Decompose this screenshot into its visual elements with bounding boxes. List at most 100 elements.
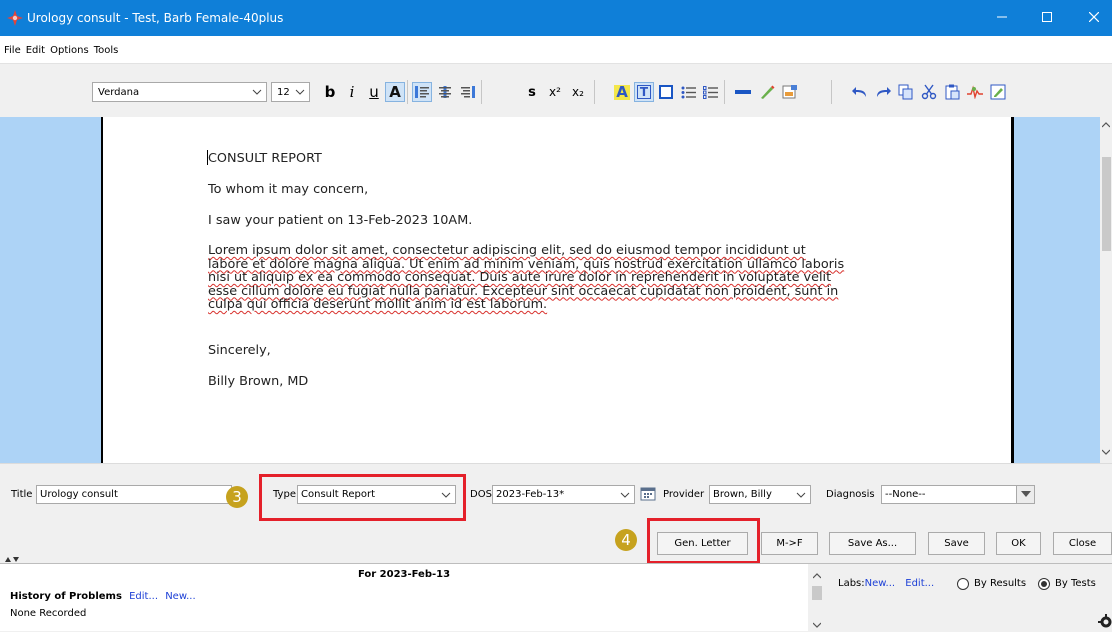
italic-button[interactable]: i bbox=[342, 82, 362, 102]
chevron-down-icon bbox=[252, 89, 262, 95]
problems-header: History of Problems Edit... New... bbox=[10, 591, 196, 602]
title-input[interactable]: Urology consult bbox=[36, 485, 232, 504]
menu-edit[interactable]: Edit bbox=[26, 45, 45, 56]
align-left-icon bbox=[415, 86, 429, 98]
type-select[interactable]: Consult Report bbox=[297, 485, 456, 504]
menu-bar: File Edit Options Tools bbox=[0, 36, 1112, 64]
font-family-value: Verdana bbox=[98, 87, 140, 98]
undo-button[interactable] bbox=[850, 82, 870, 102]
labs-new-link[interactable]: New... bbox=[865, 578, 895, 589]
save-button[interactable]: Save bbox=[928, 532, 985, 555]
strikethrough-button[interactable]: s bbox=[522, 82, 542, 102]
gen-letter-button[interactable]: Gen. Letter bbox=[657, 532, 748, 555]
scroll-down-icon[interactable] bbox=[813, 622, 821, 628]
document-body-line: culpa qui officia deserunt mollit anim i… bbox=[208, 297, 548, 312]
editor-scrollbar[interactable] bbox=[1100, 117, 1112, 463]
bold-button[interactable]: b bbox=[320, 82, 340, 102]
pen-button[interactable] bbox=[757, 82, 777, 102]
document-body-line: labore et dolore magna aliqua. Ut enim a… bbox=[208, 256, 845, 272]
problems-edit-link[interactable]: Edit... bbox=[129, 591, 158, 602]
problems-pane: For 2023-Feb-13 History of Problems Edit… bbox=[0, 564, 808, 632]
labs-edit-link[interactable]: Edit... bbox=[905, 578, 934, 589]
underline-label: u bbox=[369, 82, 379, 101]
close-window-button[interactable] bbox=[1081, 6, 1107, 28]
image-icon bbox=[782, 85, 797, 99]
scrollbar-thumb[interactable] bbox=[812, 586, 822, 600]
insert-image-button[interactable] bbox=[780, 82, 800, 102]
border-button[interactable] bbox=[656, 82, 676, 102]
document-greeting: To whom it may concern, bbox=[208, 182, 369, 197]
close-button[interactable]: Close bbox=[1053, 532, 1112, 555]
maximize-button[interactable] bbox=[1034, 6, 1060, 28]
edit-template-button[interactable] bbox=[988, 82, 1008, 102]
chevron-down-icon bbox=[796, 492, 806, 498]
scroll-up-icon[interactable] bbox=[1102, 122, 1110, 128]
labs-label: Labs: bbox=[838, 578, 865, 589]
pen-icon bbox=[761, 85, 775, 99]
calendar-icon[interactable] bbox=[640, 485, 656, 501]
paste-button[interactable] bbox=[942, 82, 962, 102]
chevron-down-icon bbox=[620, 492, 630, 498]
font-color-label: A bbox=[389, 82, 401, 101]
cut-button[interactable] bbox=[919, 82, 939, 102]
by-results-radio[interactable] bbox=[957, 578, 969, 590]
font-size-select[interactable]: 12 bbox=[271, 82, 310, 102]
labs-pane: Labs:New... Edit... By Results By Tests bbox=[826, 564, 1112, 632]
toolbar-separator bbox=[407, 80, 408, 104]
panel-resize-icon[interactable] bbox=[5, 556, 19, 563]
m-to-f-button[interactable]: M->F bbox=[761, 532, 818, 555]
redo-button[interactable] bbox=[873, 82, 893, 102]
numbered-list-button[interactable] bbox=[700, 82, 720, 102]
strike-label: s bbox=[528, 84, 536, 100]
signature-button[interactable] bbox=[965, 82, 985, 102]
highlight-button[interactable]: A bbox=[612, 82, 632, 102]
maximize-icon bbox=[1042, 12, 1052, 22]
document-body-line: nisi ut aliquip ex ea commodo consequat.… bbox=[208, 270, 832, 285]
underline-button[interactable]: u bbox=[364, 82, 384, 102]
copy-button[interactable] bbox=[896, 82, 916, 102]
minimize-button[interactable] bbox=[989, 6, 1015, 28]
by-tests-radio[interactable] bbox=[1038, 578, 1050, 590]
copy-icon bbox=[898, 84, 913, 100]
problems-title: History of Problems bbox=[10, 591, 122, 602]
diagnosis-label: Diagnosis bbox=[826, 489, 875, 500]
type-label: Type bbox=[273, 489, 296, 500]
text-box-button[interactable]: T bbox=[634, 82, 654, 102]
font-color-button[interactable]: A bbox=[385, 82, 405, 102]
font-family-select[interactable]: Verdana bbox=[92, 82, 267, 102]
diagnosis-select[interactable]: --None-- bbox=[881, 485, 1035, 504]
step-3-marker: 3 bbox=[226, 486, 248, 508]
problems-scrollbar[interactable] bbox=[808, 564, 826, 632]
scrollbar-thumb[interactable] bbox=[1102, 157, 1111, 251]
scroll-up-icon[interactable] bbox=[813, 573, 821, 579]
align-right-button[interactable] bbox=[458, 82, 478, 102]
labs-header: Labs:New... Edit... bbox=[838, 578, 934, 589]
horizontal-rule-button[interactable] bbox=[733, 82, 753, 102]
numbered-list-icon bbox=[702, 85, 718, 99]
menu-file[interactable]: File bbox=[4, 45, 21, 56]
superscript-button[interactable]: x² bbox=[545, 82, 565, 102]
menu-options[interactable]: Options bbox=[50, 45, 89, 56]
dos-select[interactable]: 2023-Feb-13* bbox=[492, 485, 635, 504]
problems-new-link[interactable]: New... bbox=[165, 591, 195, 602]
menu-tools[interactable]: Tools bbox=[94, 45, 119, 56]
save-as-button[interactable]: Save As... bbox=[829, 532, 916, 555]
font-size-value: 12 bbox=[277, 87, 290, 98]
bullet-list-button[interactable] bbox=[678, 82, 698, 102]
document-page[interactable]: CONSULT REPORT To whom it may concern, I… bbox=[103, 117, 1011, 463]
provider-select[interactable]: Brown, Billy bbox=[709, 485, 811, 504]
ok-button[interactable]: OK bbox=[996, 532, 1041, 555]
horizontal-rule-icon bbox=[735, 90, 751, 94]
edit-icon bbox=[990, 84, 1006, 100]
subscript-button[interactable]: x₂ bbox=[568, 82, 588, 102]
bold-label: b bbox=[324, 82, 336, 101]
diagnosis-dropdown-button[interactable] bbox=[1016, 486, 1034, 503]
align-left-button[interactable] bbox=[412, 82, 432, 102]
scroll-down-icon[interactable] bbox=[1102, 449, 1110, 455]
align-right-icon bbox=[461, 86, 475, 98]
clipboard-icon bbox=[945, 84, 960, 100]
toolbar-separator bbox=[481, 80, 482, 104]
gear-icon[interactable] bbox=[1098, 614, 1112, 628]
toolbar-separator bbox=[724, 80, 725, 104]
align-center-button[interactable] bbox=[435, 82, 455, 102]
